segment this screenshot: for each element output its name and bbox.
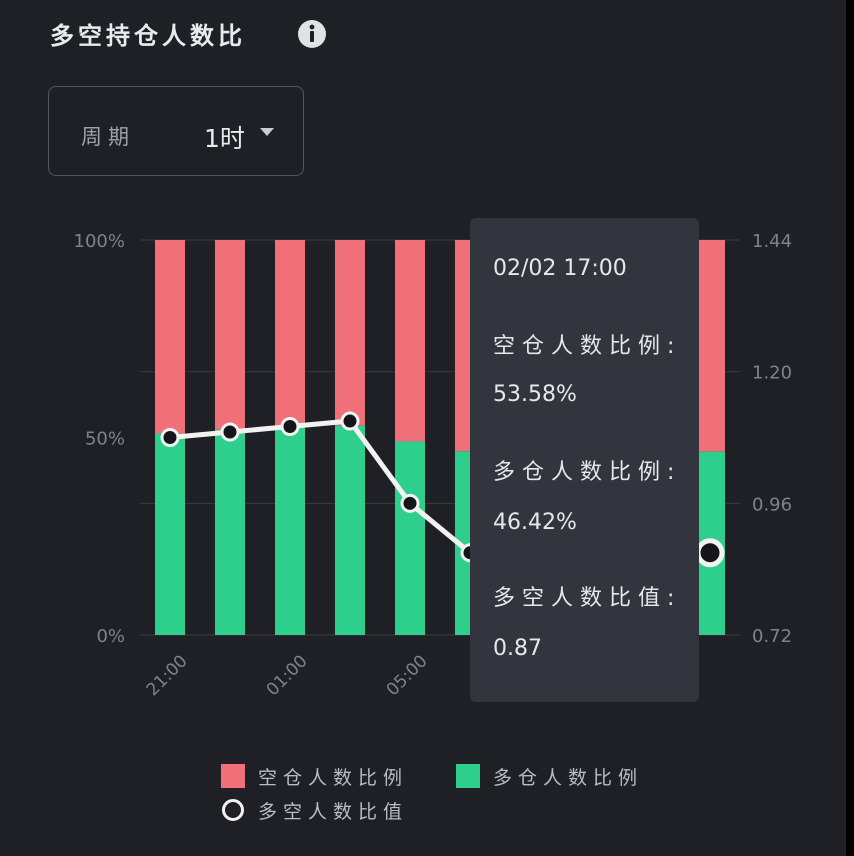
bar-long	[215, 429, 245, 635]
legend-marker-ratio	[222, 799, 244, 821]
period-value: 1时	[204, 124, 245, 153]
bar-short	[695, 240, 725, 452]
legend-label-short: 空仓人数比例	[258, 767, 409, 789]
period-selector[interactable]: 周期 1时	[48, 86, 304, 176]
tooltip-ratio-label: 多空人数比值:	[493, 586, 682, 611]
bar-long	[155, 433, 185, 635]
legend-swatch-short	[221, 764, 245, 788]
left-axis-tick-label: 0%	[96, 626, 125, 647]
bar-long	[395, 441, 425, 635]
tooltip-long-label: 多仓人数比例:	[493, 460, 682, 485]
legend-swatch-long	[456, 764, 480, 788]
tooltip-ratio-value: 0.87	[493, 636, 542, 661]
page-title: 多空持仓人数比	[50, 22, 246, 50]
ratio-point-highlighted	[695, 538, 725, 568]
bar-short	[155, 240, 185, 434]
right-axis-tick-label: 1.44	[752, 231, 792, 252]
left-axis-tick-label: 100%	[74, 231, 125, 252]
chart-tooltip: 02/02 17:00 空仓人数比例: 53.58% 多仓人数比例: 46.42…	[470, 218, 699, 702]
bar-long	[335, 425, 365, 635]
bar-short	[395, 240, 425, 442]
tooltip-long-value: 46.42%	[493, 510, 577, 535]
x-axis-tick-label: 21:00	[143, 651, 192, 700]
legend-label-ratio: 多空人数比值	[258, 801, 409, 823]
bar-short	[335, 240, 365, 426]
tooltip-time: 02/02 17:00	[493, 256, 627, 281]
info-icon[interactable]	[297, 19, 327, 49]
ratio-point	[400, 493, 420, 513]
x-axis-tick-label: 05:00	[383, 651, 432, 700]
legend-label-long: 多仓人数比例	[493, 767, 644, 789]
ratio-point	[220, 422, 240, 442]
right-axis-tick-label: 1.20	[752, 363, 792, 384]
ratio-point	[340, 411, 360, 431]
left-axis-tick-label: 50%	[85, 429, 125, 450]
period-label: 周期	[81, 125, 135, 149]
long-short-ratio-chart[interactable]: 0% 50% 100% 0.72 0.96 1.20 1.44 21:00 01:00 05:00…	[0, 200, 854, 760]
bar-short	[275, 240, 305, 428]
chevron-down-icon	[260, 128, 274, 136]
tooltip-short-value: 53.58%	[493, 382, 577, 407]
right-axis-tick-label: 0.72	[752, 626, 792, 647]
x-axis-tick-label: 01:00	[263, 651, 312, 700]
ratio-point	[280, 417, 300, 437]
bar-short	[215, 240, 245, 430]
ratio-point	[160, 428, 180, 447]
tooltip-short-label: 空仓人数比例:	[493, 334, 682, 359]
bar-long	[275, 427, 305, 635]
right-axis-tick-label: 0.96	[752, 494, 792, 515]
